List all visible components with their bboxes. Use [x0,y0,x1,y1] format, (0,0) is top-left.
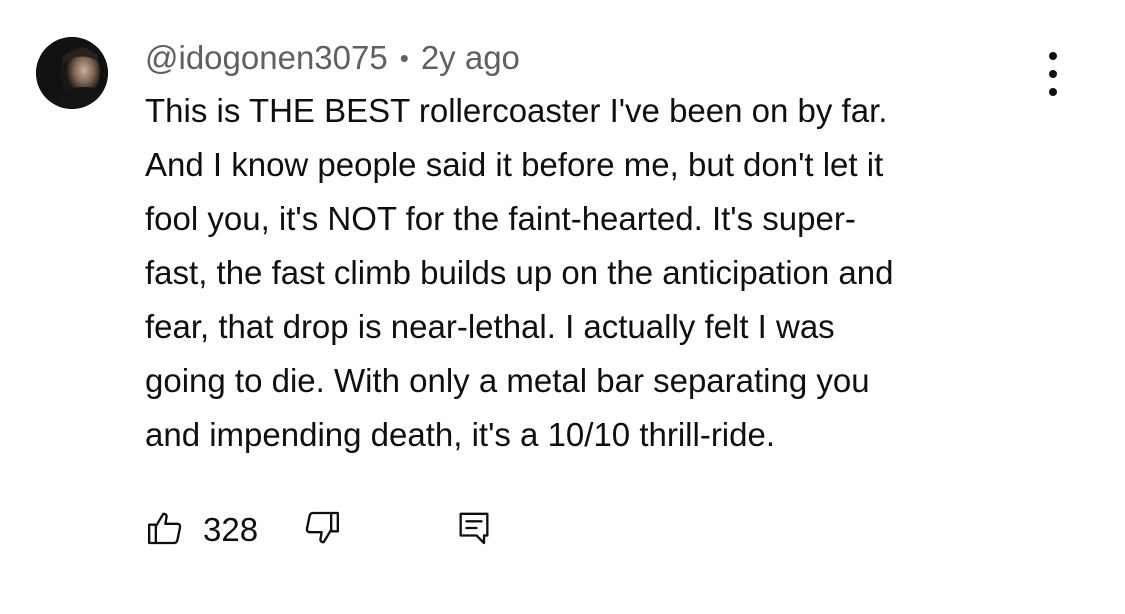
separator-dot: • [399,42,409,73]
thumbs-up-icon [145,508,185,553]
comment-text-line: fast, the fast climb builds up on the an… [145,254,894,291]
comment-reply-icon [454,508,494,553]
comment-text: This is THE BEST rollercoaster I've been… [145,84,1045,462]
comment-text-line: and impending death, it's a 10/10 thrill… [145,416,776,453]
comment-header: @idogonen3075 • 2y ago [145,36,520,80]
comment-text-line: This is THE BEST rollercoaster I've been… [145,92,888,129]
like-button[interactable]: 328 [145,508,258,553]
more-vertical-icon [1049,52,1057,60]
comment-text-line: fool you, it's NOT for the faint-hearted… [145,200,856,237]
timestamp[interactable]: 2y ago [421,39,520,77]
comment-text-line: going to die. With only a metal bar sepa… [145,362,870,399]
comment-text-line: fear, that drop is near-lethal. I actual… [145,308,835,345]
thumbs-down-icon [302,508,342,553]
comment-actions: 328 [145,505,494,555]
dislike-button[interactable] [302,508,342,553]
comment: @idogonen3075 • 2y ago This is THE BEST … [0,0,1125,614]
username[interactable]: @idogonen3075 [145,39,388,77]
comment-text-line: And I know people said it before me, but… [145,146,884,183]
like-count: 328 [203,511,259,548]
avatar[interactable] [36,37,108,109]
reply-button[interactable] [454,508,494,553]
